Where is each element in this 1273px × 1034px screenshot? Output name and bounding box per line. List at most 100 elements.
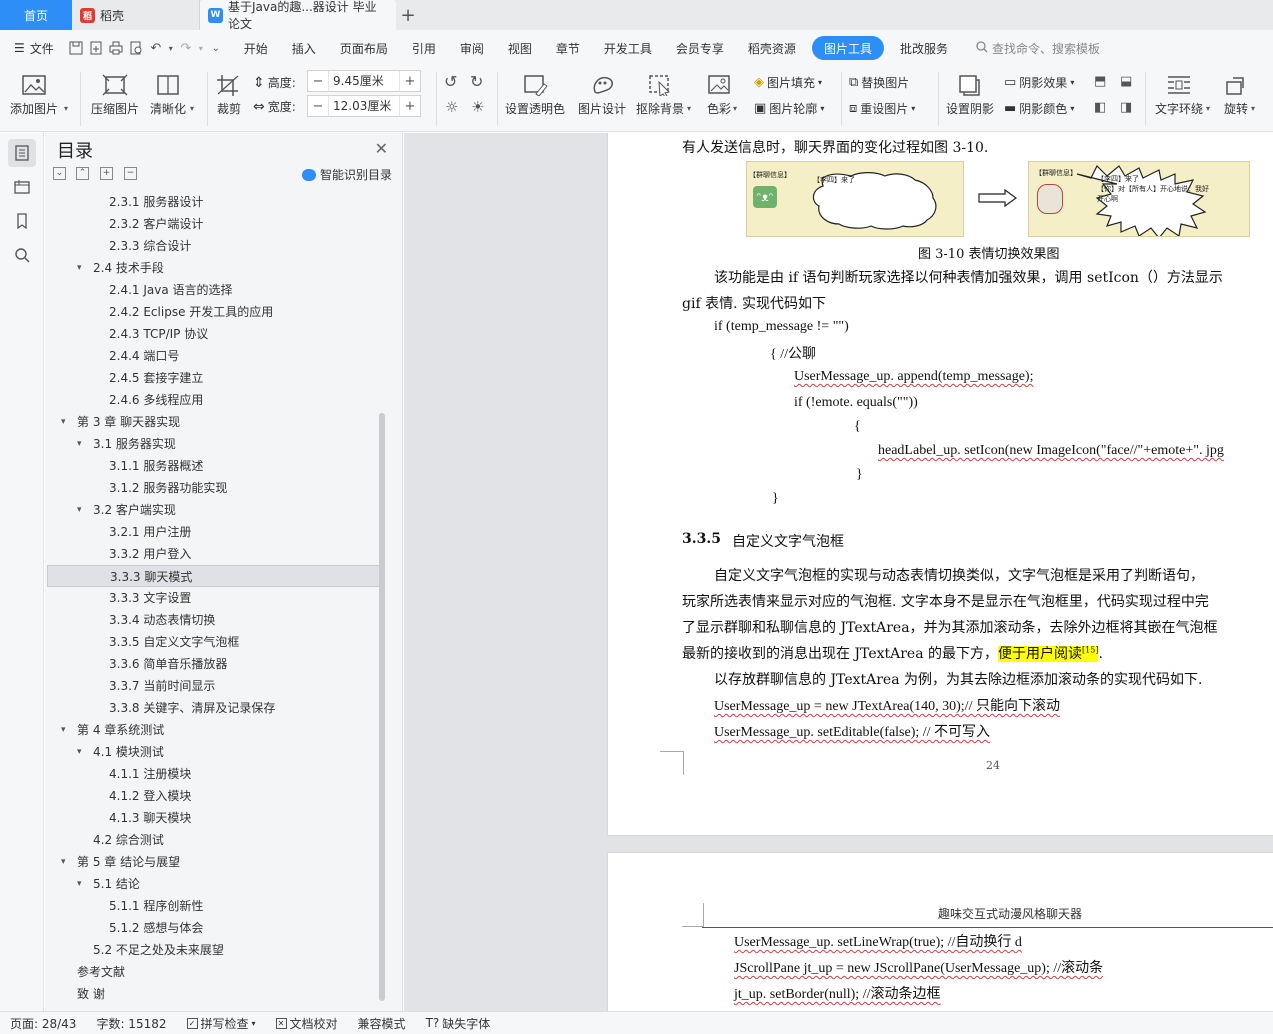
document-check-button[interactable]: ✕ 文档校对 [266,1015,348,1032]
shadow-nudge-left-icon[interactable]: ◧ [1094,100,1106,115]
menu-references[interactable]: 引用 [400,36,448,60]
width-decrease-button[interactable]: − [308,99,328,114]
rotate-button[interactable]: 旋转 [1223,74,1249,117]
smart-toc-button[interactable]: 智能识别目录 [301,166,392,183]
toc-item[interactable]: 2.3.3 综合设计 [47,235,383,257]
width-spinner[interactable]: − 12.03厘米 + [307,95,421,117]
toc-item[interactable]: 2.4.1 Java 语言的选择 [47,279,383,301]
picture-outline-button[interactable]: ▣ 图片轮廓 ▾ [754,100,824,117]
toc-item[interactable]: 3.2.1 用户注册 [47,521,383,543]
document-page-24[interactable]: 有人发送信息时，聊天界面的变化过程如图 3-10. 【群聊信息】 ᵔᴥᵔ 【李四… [608,133,1273,835]
menu-correction-service[interactable]: 批改服务 [888,36,960,60]
tab-home[interactable]: 首页 [0,0,72,30]
menu-page-layout[interactable]: 页面布局 [328,36,400,60]
shadow-nudge-up-icon[interactable]: ⬒ [1094,74,1106,89]
remove-background-dropdown-icon[interactable]: ▾ [687,104,691,113]
find-icon[interactable] [8,241,36,269]
menu-member[interactable]: 会员专享 [664,36,736,60]
collapse-caret-icon[interactable]: ▾ [77,741,87,763]
shadow-effect-button[interactable]: ▭ 阴影效果 ▾ [1004,74,1074,91]
height-increase-button[interactable]: + [400,74,420,89]
toc-item[interactable]: 2.4.2 Eclipse 开发工具的应用 [47,301,383,323]
print-preview-icon[interactable] [126,38,146,58]
undo-icon[interactable]: ↶ [146,38,166,58]
shadow-color-button[interactable]: ▬ 阴影颜色 ▾ [1004,100,1074,117]
collapse-caret-icon[interactable]: ▾ [61,411,71,433]
toc-item[interactable]: ▾ 3.1 服务器实现 [47,433,383,455]
set-transparent-color-button[interactable]: 设置透明色 [505,74,565,117]
toc-item[interactable]: 5.1.2 感想与体会 [47,917,383,939]
bookmark-icon[interactable] [8,207,36,235]
width-value[interactable]: 12.03厘米 [328,96,400,116]
collapse-caret-icon[interactable]: ▾ [61,851,71,873]
spell-check-button[interactable]: ✓ 拼写检查 ▾ [177,1015,266,1032]
toc-item[interactable]: 3.1.1 服务器概述 [47,455,383,477]
collapse-all-icon[interactable]: ⌄ [53,167,66,180]
toc-item[interactable]: 3.3.3 聊天模式 [47,565,383,587]
height-value[interactable]: 9.45厘米 [328,71,400,91]
shadow-nudge-down-icon[interactable]: ⬓ [1120,74,1132,89]
toc-item[interactable]: 5.2 不足之处及未来展望 [47,939,383,961]
add-heading-icon[interactable]: + [100,167,113,180]
brightness-up-icon[interactable]: ☼ [445,98,458,116]
toc-scrollbar[interactable] [379,413,385,1001]
color-dropdown-icon[interactable]: ▾ [733,104,737,113]
width-increase-button[interactable]: + [400,99,420,114]
toc-item[interactable]: 5.1.1 程序创新性 [47,895,383,917]
toc-item[interactable]: 3.3.4 动态表情切换 [47,609,383,631]
expand-all-icon[interactable]: ⌃ [76,167,89,180]
text-wrap-dropdown-icon[interactable]: ▾ [1206,104,1210,113]
figure-3-10[interactable]: 【群聊信息】 ᵔᴥᵔ 【李四】来了 【群聊信息】 【李四】来了 【你】对【所有人… [746,161,1250,239]
print-icon[interactable] [106,38,126,58]
sharpen-dropdown-icon[interactable]: ▾ [190,104,194,113]
collapse-caret-icon[interactable]: ▾ [61,719,71,741]
remove-heading-icon[interactable]: − [124,167,137,180]
toc-item[interactable]: 4.1.2 登入模块 [47,785,383,807]
missing-font-button[interactable]: T? 缺失字体 [416,1015,501,1032]
toc-item[interactable]: ▾ 3.2 客户端实现 [47,499,383,521]
document-page-25[interactable]: 趣味交互式动漫风格聊天器 UserMessage_up. setLineWrap… [608,853,1273,1011]
word-count[interactable]: 字数: 15182 [86,1015,176,1032]
reset-picture-button[interactable]: ⧈ 重设图片 ▾ [849,100,915,117]
toc-item[interactable]: 2.4.6 多线程应用 [47,389,383,411]
collapse-caret-icon[interactable]: ▾ [77,873,87,895]
close-icon[interactable]: ✕ [375,139,388,158]
toc-item[interactable]: 3.3.6 简单音乐播放器 [47,653,383,675]
set-shadow-button[interactable]: 设置阴影 [946,74,994,117]
toc-panel-icon[interactable] [8,139,36,167]
picture-design-button[interactable]: 图片设计 [578,74,626,117]
redo-dropdown-icon[interactable]: ▾ [196,38,206,58]
compress-picture-button[interactable]: 压缩图片 [91,74,139,117]
tab-doke[interactable]: 稻 稻壳 [72,0,200,30]
menu-insert[interactable]: 插入 [280,36,328,60]
more-quick-actions-icon[interactable]: ⌄ [206,38,226,58]
rotate-dropdown-icon[interactable]: ▾ [1251,104,1255,113]
add-picture-button[interactable]: 添加图片 [10,74,58,117]
toc-item[interactable]: ▾ 第 3 章 聊天器实现 [47,411,383,433]
rotate-left-icon[interactable]: ↺ [444,72,457,91]
toc-item[interactable]: 3.3.2 用户登入 [47,543,383,565]
rotate-right-icon[interactable]: ↻ [470,72,483,91]
menu-doke-resources[interactable]: 稻壳资源 [736,36,808,60]
toc-item[interactable]: 2.4.4 端口号 [47,345,383,367]
toc-item[interactable]: 3.3.8 关键字、清屏及记录保存 [47,697,383,719]
redo-icon[interactable]: ↷ [176,38,196,58]
menu-developer[interactable]: 开发工具 [592,36,664,60]
menu-view[interactable]: 视图 [496,36,544,60]
toc-item[interactable]: ▾ 2.4 技术手段 [47,257,383,279]
picture-fill-button[interactable]: ◈ 图片填充 ▾ [754,74,822,91]
toc-item[interactable]: ▾ 第 5 章 结论与展望 [47,851,383,873]
export-pdf-icon[interactable] [86,38,106,58]
toc-item[interactable]: 4.1.1 注册模块 [47,763,383,785]
collapse-caret-icon[interactable]: ▾ [77,499,87,521]
collapse-caret-icon[interactable]: ▾ [77,433,87,455]
toc-item[interactable]: 3.3.7 当前时间显示 [47,675,383,697]
toc-item[interactable]: 3.1.2 服务器功能实现 [47,477,383,499]
toc-item[interactable]: 4.1.3 聊天模块 [47,807,383,829]
undo-dropdown-icon[interactable]: ▾ [166,38,176,58]
height-spinner[interactable]: − 9.45厘米 + [307,70,421,92]
new-tab-button[interactable]: + [396,0,420,30]
color-button[interactable]: 色彩 [706,74,732,117]
toc-item[interactable]: 2.4.5 套接字建立 [47,367,383,389]
toc-item[interactable]: ▾ 5.1 结论 [47,873,383,895]
